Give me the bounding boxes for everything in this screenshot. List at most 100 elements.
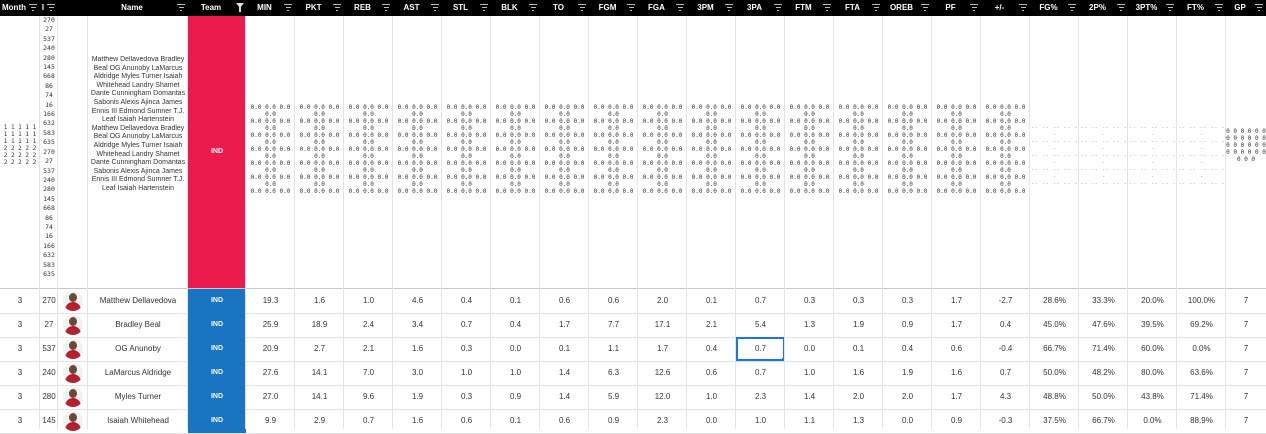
header-blk[interactable]: BLK	[491, 0, 528, 16]
filter-menu-icon[interactable]	[1068, 4, 1076, 11]
cell-ftm[interactable]: 0.0	[785, 337, 834, 361]
cell-fgm[interactable]: 6.3	[589, 361, 638, 385]
cell-fga[interactable]: 2.0	[638, 289, 687, 313]
cell-pkt[interactable]: 14.1	[295, 385, 344, 409]
header-ast[interactable]: AST	[393, 0, 430, 16]
header-id[interactable]: I	[40, 0, 46, 16]
cell-ftm[interactable]: 1.3	[785, 313, 834, 337]
cell-to[interactable]: 0.6	[540, 289, 589, 313]
filter-menu-icon[interactable]	[970, 4, 978, 11]
cell-tpm[interactable]: 0.1	[687, 289, 736, 313]
cell-gp[interactable]: 7	[1226, 337, 1266, 361]
cell-team[interactable]: IND	[188, 361, 246, 385]
cell-reb[interactable]: 2.4	[344, 313, 393, 337]
cell-fgp[interactable]: 50.0%	[1030, 361, 1079, 385]
cell-ftp[interactable]: 0.0%	[1177, 337, 1226, 361]
cell-stl[interactable]: 0.3	[442, 337, 491, 361]
cell-tpa[interactable]: 2.3	[736, 385, 785, 409]
cell-to[interactable]: 0.1	[540, 337, 589, 361]
cell-reb[interactable]: 7.0	[344, 361, 393, 385]
header-tpa[interactable]: 3PA	[736, 0, 773, 16]
cell-name[interactable]: OG Anunoby	[88, 337, 188, 361]
cell-tpm[interactable]: 0.6	[687, 361, 736, 385]
cell-tpp[interactable]: 20.0%	[1128, 289, 1177, 313]
header-twop[interactable]: 2P%	[1079, 0, 1116, 16]
cell-name[interactable]: Matthew Dellavedova	[88, 289, 188, 313]
header-name[interactable]: Name	[88, 0, 176, 16]
cell-fta[interactable]: 1.9	[834, 313, 883, 337]
cell-to[interactable]: 0.6	[540, 409, 589, 433]
cell-tpa[interactable]: 0.7	[736, 337, 785, 361]
filter-menu-icon[interactable]	[47, 4, 55, 11]
cell-ast[interactable]: 4.6	[393, 289, 442, 313]
cell-oreb[interactable]: 2.0	[883, 385, 932, 409]
cell-id[interactable]: 537	[40, 337, 58, 361]
cell-month[interactable]: 3	[0, 409, 40, 433]
cell-twop[interactable]: 71.4%	[1079, 337, 1128, 361]
filter-menu-icon[interactable]	[627, 4, 635, 11]
cell-ftp[interactable]: 88.9%	[1177, 409, 1226, 433]
cell-blk[interactable]: 1.0	[491, 361, 540, 385]
cell-fga[interactable]: 12.6	[638, 361, 687, 385]
cell-team[interactable]: IND	[188, 409, 246, 433]
filter-menu-icon[interactable]	[1117, 4, 1125, 11]
filter-menu-icon[interactable]	[725, 4, 733, 11]
cell-name[interactable]: LaMarcus Aldridge	[88, 361, 188, 385]
cell-month[interactable]: 3	[0, 361, 40, 385]
filter-menu-icon[interactable]	[29, 4, 37, 11]
cell-pm[interactable]: -0.3	[981, 409, 1030, 433]
table-row[interactable]: 3 145 Isaiah Whitehead IND 9.9 2.9 0.7 1.6 0.6 0.…	[0, 409, 1266, 434]
cell-ast[interactable]: 1.6	[393, 337, 442, 361]
cell-month[interactable]: 3	[0, 385, 40, 409]
header-tpm[interactable]: 3PM	[687, 0, 724, 16]
cell-stl[interactable]: 1.0	[442, 361, 491, 385]
filter-menu-icon[interactable]	[1255, 4, 1263, 11]
cell-id[interactable]: 240	[40, 361, 58, 385]
cell-pf[interactable]: 1.7	[932, 313, 981, 337]
cell-oreb[interactable]: 0.0	[883, 409, 932, 433]
cell-fta[interactable]: 1.3	[834, 409, 883, 433]
cell-fga[interactable]: 17.1	[638, 313, 687, 337]
cell-fgp[interactable]: 45.0%	[1030, 313, 1079, 337]
cell-tpa[interactable]: 0.7	[736, 289, 785, 313]
cell-tpp[interactable]: 0.0%	[1128, 409, 1177, 433]
cell-tpp[interactable]: 43.8%	[1128, 385, 1177, 409]
cell-reb[interactable]: 0.7	[344, 409, 393, 433]
header-min[interactable]: MIN	[246, 0, 283, 16]
cell-team[interactable]: IND	[188, 385, 246, 409]
cell-fgm[interactable]: 1.1	[589, 337, 638, 361]
cell-pkt[interactable]: 18.9	[295, 313, 344, 337]
cell-gp[interactable]: 7	[1226, 361, 1266, 385]
cell-stl[interactable]: 0.4	[442, 289, 491, 313]
filter-menu-icon[interactable]	[578, 4, 586, 11]
filter-menu-icon[interactable]	[872, 4, 880, 11]
cell-fgm[interactable]: 0.6	[589, 289, 638, 313]
filter-menu-icon[interactable]	[1019, 4, 1027, 11]
cell-id[interactable]: 27	[40, 313, 58, 337]
cell-fgp[interactable]: 37.5%	[1030, 409, 1079, 433]
cell-oreb[interactable]: 0.3	[883, 289, 932, 313]
header-oreb[interactable]: OREB	[883, 0, 920, 16]
cell-pkt[interactable]: 14.1	[295, 361, 344, 385]
cell-fgp[interactable]: 48.8%	[1030, 385, 1079, 409]
cell-fgm[interactable]: 0.9	[589, 409, 638, 433]
cell-ftp[interactable]: 69.2%	[1177, 313, 1226, 337]
filter-menu-icon[interactable]	[333, 4, 341, 11]
filter-menu-icon[interactable]	[1166, 4, 1174, 11]
cell-gp[interactable]: 7	[1226, 385, 1266, 409]
cell-stl[interactable]: 0.3	[442, 385, 491, 409]
cell-team[interactable]: IND	[188, 289, 246, 313]
cell-blk[interactable]: 0.9	[491, 385, 540, 409]
filter-menu-icon[interactable]	[529, 4, 537, 11]
cell-pm[interactable]: 0.7	[981, 361, 1030, 385]
cell-min[interactable]: 20.9	[246, 337, 295, 361]
cell-reb[interactable]: 2.1	[344, 337, 393, 361]
header-avatar[interactable]	[58, 0, 76, 16]
filter-menu-icon[interactable]	[480, 4, 488, 11]
cell-ast[interactable]: 1.6	[393, 409, 442, 433]
cell-fta[interactable]: 0.1	[834, 337, 883, 361]
filter-menu-icon[interactable]	[177, 4, 185, 11]
cell-fga[interactable]: 12.0	[638, 385, 687, 409]
cell-month[interactable]: 3	[0, 289, 40, 313]
cell-blk[interactable]: 0.4	[491, 313, 540, 337]
